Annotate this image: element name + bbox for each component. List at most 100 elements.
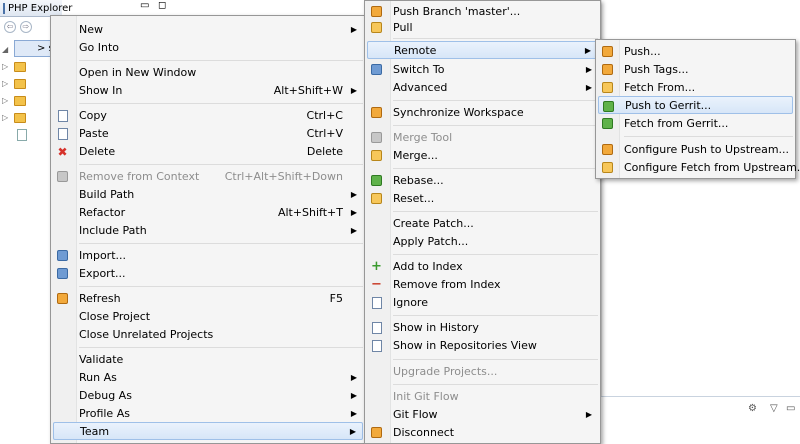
menu-item-remove-from-index[interactable]: − Remove from Index: [367, 275, 598, 293]
menu-item-label: Open in New Window: [79, 65, 197, 79]
expand-twistie-icon[interactable]: ▷: [2, 113, 11, 122]
menu-item-switch-to[interactable]: Switch To ▶: [367, 60, 598, 78]
menu-item-profile-as[interactable]: Profile As ▶: [53, 404, 363, 422]
team-submenu: Push Branch 'master'... Pull Remote ▶ Switch…: [364, 0, 601, 444]
tree-row[interactable]: [2, 126, 27, 143]
copy-icon: [56, 109, 69, 122]
menu-item-ignore[interactable]: Ignore: [367, 293, 598, 311]
menu-item-paste[interactable]: Paste Ctrl+V: [53, 124, 363, 142]
rebase-icon: [370, 174, 383, 187]
menu-item-run-as[interactable]: Run As ▶: [53, 368, 363, 386]
menu-item-open-in-new-window[interactable]: Open in New Window: [53, 63, 363, 81]
menu-item-debug-as[interactable]: Debug As ▶: [53, 386, 363, 404]
view-menu-icon[interactable]: ⚙: [748, 403, 757, 414]
tree-row[interactable]: ▷: [2, 109, 26, 126]
menu-item-remove-from-context: Remove from Context Ctrl+Alt+Shift+Down: [53, 167, 363, 185]
back-icon[interactable]: ⇦: [4, 21, 16, 33]
history-icon: [370, 321, 383, 334]
menu-item-label: Fetch from Gerrit...: [624, 116, 729, 130]
menu-item-label: Import...: [79, 248, 126, 262]
menu-item-label: Profile As: [79, 406, 130, 420]
menu-item-label: Show in Repositories View: [393, 338, 537, 352]
tree-row[interactable]: ▷: [2, 92, 26, 109]
menu-separator: [79, 347, 363, 348]
menu-item-show-in[interactable]: Show In Alt+Shift+W ▶: [53, 81, 363, 99]
menu-item-advanced[interactable]: Advanced ▶: [367, 78, 598, 96]
menu-item-label: Advanced: [393, 80, 448, 94]
submenu-arrow-icon: ▶: [584, 45, 591, 55]
menu-separator: [393, 254, 598, 255]
menu-item-add-to-index[interactable]: + Add to Index: [367, 257, 598, 275]
menu-item-git-flow[interactable]: Git Flow ▶: [367, 405, 598, 423]
menu-item-delete[interactable]: ✖ Delete Delete: [53, 142, 363, 160]
menu-item-close-unrelated-projects[interactable]: Close Unrelated Projects: [53, 325, 363, 343]
configure-push-icon: [601, 143, 614, 156]
menu-separator: [393, 315, 598, 316]
tree-row[interactable]: ▷: [2, 75, 26, 92]
minimize-icon[interactable]: ▭: [140, 0, 149, 11]
folder-icon: [14, 61, 26, 72]
menu-item-label: Build Path: [79, 187, 135, 201]
disconnect-icon: [370, 426, 383, 439]
forward-icon[interactable]: ⇨: [20, 21, 32, 33]
expand-twistie-icon[interactable]: ▷: [2, 62, 11, 71]
menu-item-upgrade-projects: Upgrade Projects...: [367, 362, 598, 380]
menu-item-team[interactable]: Team ▶: [53, 422, 363, 440]
menu-item-go-into[interactable]: Go Into: [53, 38, 363, 56]
menu-item-include-path[interactable]: Include Path ▶: [53, 221, 363, 239]
menu-item-label: Merge Tool: [393, 130, 453, 144]
maximize-icon[interactable]: ◻: [158, 0, 166, 11]
menu-item-rebase[interactable]: Rebase...: [367, 171, 598, 189]
menu-item-label: Debug As: [79, 388, 132, 402]
menu-item-reset[interactable]: Reset...: [367, 189, 598, 207]
menu-item-show-in-history[interactable]: Show in History: [367, 318, 598, 336]
menu-item-remote[interactable]: Remote ▶: [367, 41, 598, 59]
menu-item-label: Git Flow: [393, 407, 438, 421]
menu-item-apply-patch[interactable]: Apply Patch...: [367, 232, 598, 250]
menu-separator: [393, 125, 598, 126]
menu-item-import[interactable]: Import...: [53, 246, 363, 264]
submenu-arrow-icon: ▶: [350, 225, 357, 235]
menu-item-pull[interactable]: Pull: [367, 18, 598, 36]
collapse-twistie-icon[interactable]: ◢: [2, 45, 11, 54]
menu-item-refactor[interactable]: Refactor Alt+Shift+T ▶: [53, 203, 363, 221]
menu-item-close-project[interactable]: Close Project: [53, 307, 363, 325]
menu-item-refresh[interactable]: Refresh F5: [53, 289, 363, 307]
menu-item-push-tags[interactable]: Push Tags...: [598, 60, 793, 78]
expand-twistie-icon[interactable]: ▷: [2, 79, 11, 88]
menu-item-shortcut: Ctrl+C: [306, 108, 343, 122]
menu-item-validate[interactable]: Validate: [53, 350, 363, 368]
menu-item-build-path[interactable]: Build Path ▶: [53, 185, 363, 203]
menu-item-shortcut: F5: [329, 291, 343, 305]
menu-item-show-in-repositories-view[interactable]: Show in Repositories View: [367, 336, 598, 354]
menu-separator: [624, 136, 793, 137]
menu-item-push[interactable]: Push...: [598, 42, 793, 60]
chevron-down-icon[interactable]: ▽: [770, 403, 778, 414]
context-menu: New ▶ Go Into Open in New Window Show In Alt+…: [50, 15, 366, 444]
menu-item-export[interactable]: Export...: [53, 264, 363, 282]
menu-item-fetch-from[interactable]: Fetch From...: [598, 78, 793, 96]
menu-item-push-to-gerrit[interactable]: Push to Gerrit...: [598, 96, 793, 114]
menu-item-create-patch[interactable]: Create Patch...: [367, 214, 598, 232]
minimize-panel-icon[interactable]: ▭: [786, 403, 795, 414]
menu-item-merge[interactable]: Merge...: [367, 146, 598, 164]
menu-item-configure-push-to-upstream[interactable]: Configure Push to Upstream...: [598, 140, 793, 158]
menu-item-synchronize-workspace[interactable]: Synchronize Workspace: [367, 103, 598, 121]
tree-row[interactable]: ▷: [2, 58, 26, 75]
menu-item-new[interactable]: New ▶: [53, 20, 363, 38]
menu-item-label: Create Patch...: [393, 216, 474, 230]
menu-item-label: Apply Patch...: [393, 234, 469, 248]
menu-item-fetch-from-gerrit[interactable]: Fetch from Gerrit...: [598, 114, 793, 132]
menu-item-label: Run As: [79, 370, 117, 384]
menu-item-label: Remote: [394, 43, 437, 57]
menu-item-configure-fetch-from-upstream[interactable]: Configure Fetch from Upstream...: [598, 158, 800, 176]
tree-row-project[interactable]: ◢: [2, 41, 11, 58]
menu-item-label: Remove from Index: [393, 277, 501, 291]
expand-twistie-icon[interactable]: ▷: [2, 96, 11, 105]
menu-item-disconnect[interactable]: Disconnect: [367, 423, 598, 441]
import-icon: [56, 249, 69, 262]
menu-item-label: Rebase...: [393, 173, 444, 187]
menu-item-copy[interactable]: Copy Ctrl+C: [53, 106, 363, 124]
file-icon: [17, 128, 27, 141]
submenu-arrow-icon: ▶: [350, 207, 357, 217]
